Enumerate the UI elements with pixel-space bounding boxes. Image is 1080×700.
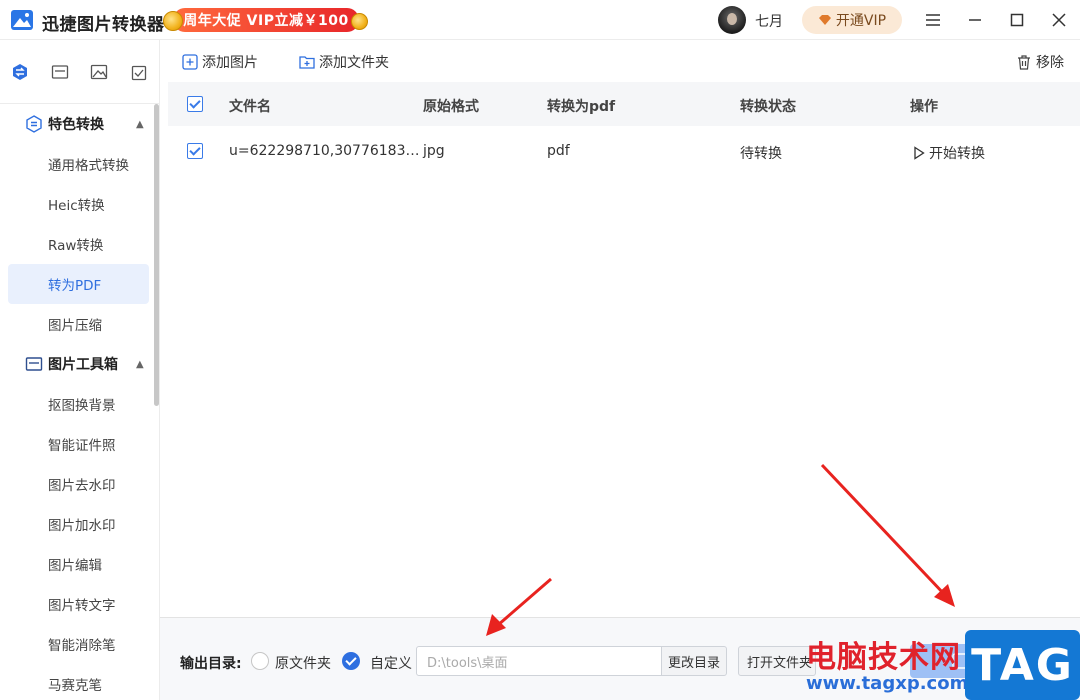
sidebar-item-add-watermark[interactable]: 图片加水印 bbox=[8, 504, 149, 544]
avatar[interactable] bbox=[718, 6, 746, 34]
cell-original-format: jpg bbox=[423, 143, 445, 159]
toolbox-tab-icon[interactable] bbox=[51, 63, 69, 81]
column-header-action: 操作 bbox=[910, 99, 938, 115]
add-folder-button[interactable]: 添加文件夹 bbox=[299, 52, 389, 72]
table-header: 文件名 原始格式 转换为pdf 转换状态 操作 bbox=[168, 82, 1080, 126]
sidebar-item-generic-convert[interactable]: 通用格式转换 bbox=[8, 144, 149, 184]
maximize-button[interactable] bbox=[1005, 8, 1029, 32]
app-logo-icon bbox=[11, 10, 33, 30]
cell-target-format: pdf bbox=[547, 143, 570, 159]
play-icon bbox=[914, 146, 925, 160]
watermark-text: 电脑技术网 bbox=[806, 640, 961, 675]
column-header-filename[interactable]: 文件名 bbox=[229, 96, 271, 116]
remove-button[interactable]: 移除 bbox=[1016, 52, 1064, 72]
app-title: 迅捷图片转换器 bbox=[42, 15, 165, 35]
column-header-status[interactable]: 转换状态 bbox=[740, 96, 796, 116]
app-window: 迅捷图片转换器 周年大促 VIP立减￥100 七月 开通VIP 特色转换 ▲ 通… bbox=[0, 0, 1080, 700]
radio-custom-folder[interactable] bbox=[342, 652, 360, 670]
convert-tab-icon[interactable] bbox=[11, 63, 29, 81]
add-image-label: 添加图片 bbox=[202, 55, 258, 71]
username[interactable]: 七月 bbox=[755, 11, 783, 31]
watermark-url: www.tagxp.com bbox=[806, 673, 969, 694]
watermark-logo: TAG bbox=[965, 630, 1080, 700]
radio-original-folder-label[interactable]: 原文件夹 bbox=[275, 653, 331, 673]
edit-tab-icon[interactable] bbox=[130, 63, 148, 81]
menu-button[interactable] bbox=[921, 8, 945, 32]
row-checkbox[interactable] bbox=[187, 143, 203, 159]
close-button[interactable] bbox=[1047, 8, 1071, 32]
open-vip-label: 开通VIP bbox=[835, 13, 887, 29]
sidebar-item-mosaic[interactable]: 马赛克笔 bbox=[8, 664, 149, 700]
chevron-up-icon: ▲ bbox=[136, 358, 144, 370]
sidebar-item-compress[interactable]: 图片压缩 bbox=[8, 304, 149, 344]
sidebar-section-special-convert[interactable]: 特色转换 ▲ bbox=[0, 104, 150, 144]
close-icon bbox=[1052, 13, 1066, 27]
column-header-target[interactable]: 转换为pdf bbox=[547, 96, 615, 116]
toolbar: 添加图片 添加文件夹 移除 bbox=[160, 40, 1080, 82]
promo-banner[interactable]: 周年大促 VIP立减￥100 bbox=[163, 7, 368, 33]
sidebar-item-id-photo[interactable]: 智能证件照 bbox=[8, 424, 149, 464]
output-dir-label: 输出目录: bbox=[180, 656, 242, 672]
hamburger-icon bbox=[926, 14, 940, 26]
sidebar-item-ocr[interactable]: 图片转文字 bbox=[8, 584, 149, 624]
sidebar-item-raw[interactable]: Raw转换 bbox=[8, 224, 149, 264]
image-tab-icon[interactable] bbox=[90, 63, 108, 81]
add-folder-label: 添加文件夹 bbox=[319, 55, 389, 71]
promo-label: 周年大促 VIP立减￥100 bbox=[173, 8, 359, 32]
chevron-up-icon: ▲ bbox=[136, 118, 144, 130]
sidebar-section-toolbox[interactable]: 图片工具箱 ▲ bbox=[0, 344, 150, 384]
change-dir-button[interactable]: 更改目录 bbox=[661, 646, 727, 676]
sidebar-item-eraser[interactable]: 智能消除笔 bbox=[8, 624, 149, 664]
trash-icon bbox=[1018, 55, 1030, 70]
start-convert-label: 开始转换 bbox=[929, 146, 985, 162]
main-panel: 添加图片 添加文件夹 移除 文件名 原始格式 转换为pdf 转换状态 操作 u=… bbox=[160, 40, 1080, 700]
coin-icon bbox=[351, 13, 368, 30]
sidebar-item-cutout[interactable]: 抠图换背景 bbox=[8, 384, 149, 424]
output-path-input[interactable] bbox=[416, 646, 662, 676]
start-convert-button[interactable]: 开始转换 bbox=[913, 143, 985, 163]
coin-icon bbox=[163, 11, 183, 31]
add-image-icon bbox=[182, 54, 198, 70]
cell-status: 待转换 bbox=[740, 146, 782, 162]
sidebar-section-label: 图片工具箱 bbox=[48, 357, 118, 373]
maximize-icon bbox=[1010, 13, 1024, 27]
add-image-button[interactable]: 添加图片 bbox=[182, 52, 258, 72]
open-vip-button[interactable]: 开通VIP bbox=[802, 6, 902, 34]
minimize-button[interactable] bbox=[963, 8, 987, 32]
select-all-checkbox[interactable] bbox=[187, 96, 203, 112]
diamond-icon bbox=[818, 15, 831, 25]
convert-section-icon bbox=[26, 115, 42, 133]
sidebar-item-image-edit[interactable]: 图片编辑 bbox=[8, 544, 149, 584]
radio-original-folder[interactable] bbox=[251, 652, 269, 670]
sidebar-item-remove-watermark[interactable]: 图片去水印 bbox=[8, 464, 149, 504]
table-row[interactable]: u=622298710,3077618326&f... jpg pdf 待转换 … bbox=[168, 126, 1080, 176]
cell-filename: u=622298710,3077618326&f... bbox=[229, 143, 421, 159]
column-header-original-format[interactable]: 原始格式 bbox=[423, 96, 479, 116]
sidebar-scrollbar[interactable] bbox=[154, 104, 159, 406]
sidebar-item-to-pdf[interactable]: 转为PDF bbox=[8, 264, 149, 304]
sidebar: 特色转换 ▲ 通用格式转换 Heic转换 Raw转换 转为PDF 图片压缩 图片… bbox=[0, 40, 160, 700]
sidebar-tabs bbox=[0, 40, 160, 104]
minimize-icon bbox=[969, 19, 981, 21]
open-folder-button[interactable]: 打开文件夹 bbox=[738, 646, 816, 676]
add-folder-icon bbox=[299, 56, 315, 69]
remove-label: 移除 bbox=[1036, 55, 1064, 71]
title-bar: 迅捷图片转换器 周年大促 VIP立减￥100 七月 开通VIP bbox=[0, 0, 1080, 40]
toolbox-section-icon bbox=[25, 357, 43, 371]
sidebar-section-label: 特色转换 bbox=[48, 117, 104, 133]
radio-custom-folder-label[interactable]: 自定义 bbox=[370, 653, 412, 673]
sidebar-item-heic[interactable]: Heic转换 bbox=[8, 184, 149, 224]
